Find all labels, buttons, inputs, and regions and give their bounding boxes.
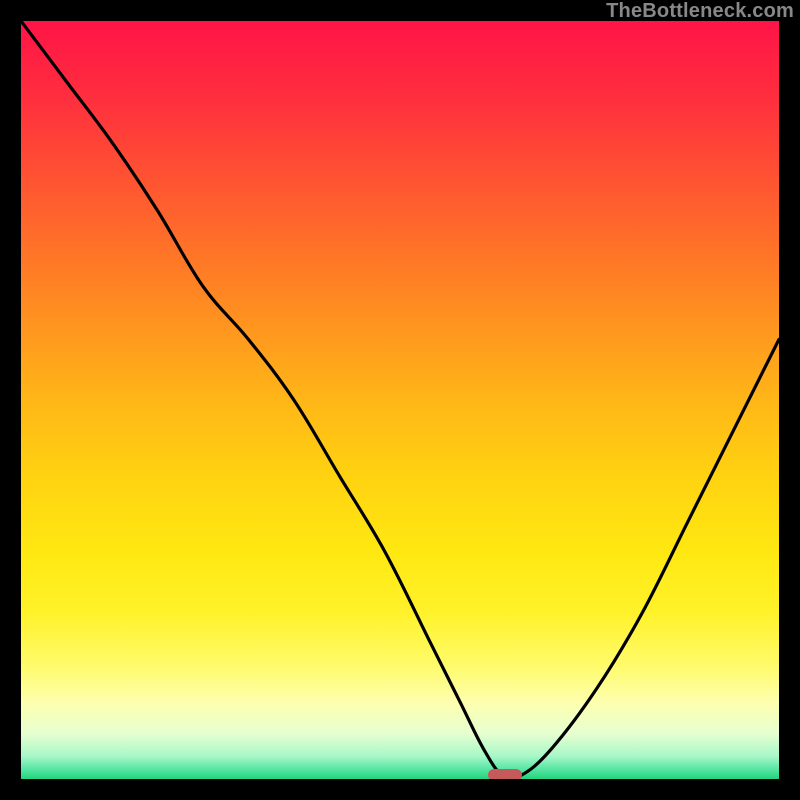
bottleneck-curve bbox=[21, 21, 779, 779]
watermark-text: TheBottleneck.com bbox=[606, 0, 794, 23]
chart-stage: TheBottleneck.com bbox=[0, 0, 800, 800]
optimum-marker bbox=[488, 769, 522, 779]
plot-area bbox=[21, 21, 779, 779]
